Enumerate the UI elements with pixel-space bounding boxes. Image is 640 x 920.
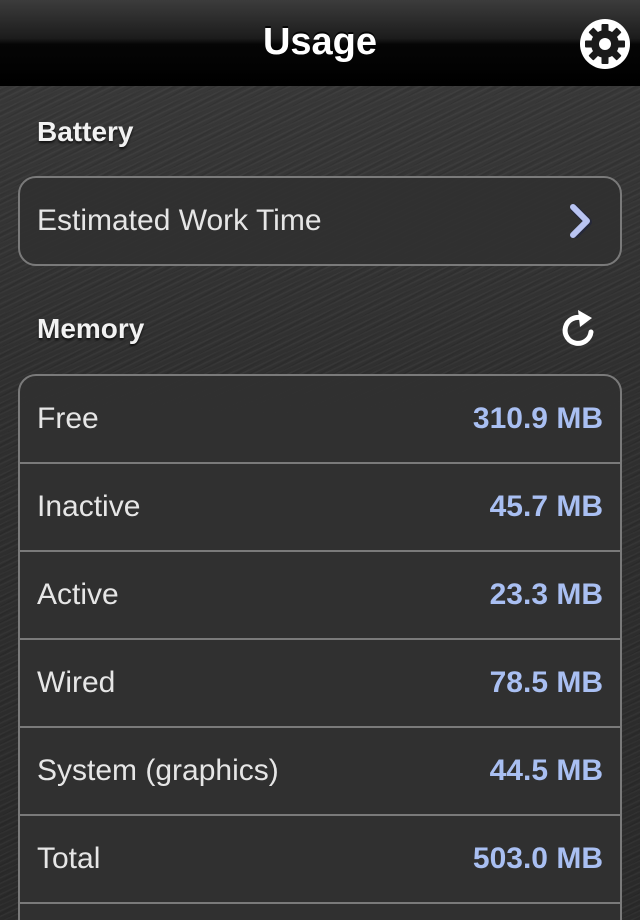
memory-row-label: Wired xyxy=(37,666,116,699)
chevron-right-icon xyxy=(570,204,592,238)
memory-row-value: 44.5 MB xyxy=(489,754,603,787)
memory-section-header: Memory xyxy=(37,313,145,344)
gear-icon xyxy=(580,19,630,69)
estimated-work-time-row[interactable]: Estimated Work Time xyxy=(20,178,620,264)
memory-row-free: Free 310.9 MB xyxy=(20,376,620,464)
memory-row-system-graphics: System (graphics) 44.5 MB xyxy=(20,728,620,816)
page-title: Usage xyxy=(262,21,378,63)
memory-row-value: 78.5 MB xyxy=(489,666,603,699)
memory-row-value: 45.7 MB xyxy=(489,490,603,523)
estimated-work-time-label: Estimated Work Time xyxy=(37,204,322,237)
memory-row-value: 23.3 MB xyxy=(489,578,603,611)
memory-row-label: Active xyxy=(37,578,119,611)
memory-row-inactive: Inactive 45.7 MB xyxy=(20,464,620,552)
memory-row-value: 503.0 MB xyxy=(472,842,603,875)
memory-row-label: System (graphics) xyxy=(37,754,279,787)
memory-row-label: Free xyxy=(37,402,99,435)
memory-row-wired: Wired 78.5 MB xyxy=(20,640,620,728)
refresh-button[interactable] xyxy=(558,308,602,352)
memory-group: Free 310.9 MB Inactive 45.7 MB Active 23… xyxy=(18,374,622,920)
battery-section-header: Battery xyxy=(37,116,134,147)
memory-row-total: Total 503.0 MB xyxy=(20,816,620,904)
memory-row-label: Inactive xyxy=(37,490,141,523)
navigation-bar: Usage xyxy=(0,0,640,86)
settings-button[interactable] xyxy=(578,17,632,71)
memory-row-active: Active 23.3 MB xyxy=(20,552,620,640)
refresh-icon xyxy=(562,310,594,346)
memory-row-value: 310.9 MB xyxy=(472,402,603,435)
battery-group: Estimated Work Time xyxy=(18,176,622,266)
memory-row-label: Total xyxy=(37,842,101,875)
